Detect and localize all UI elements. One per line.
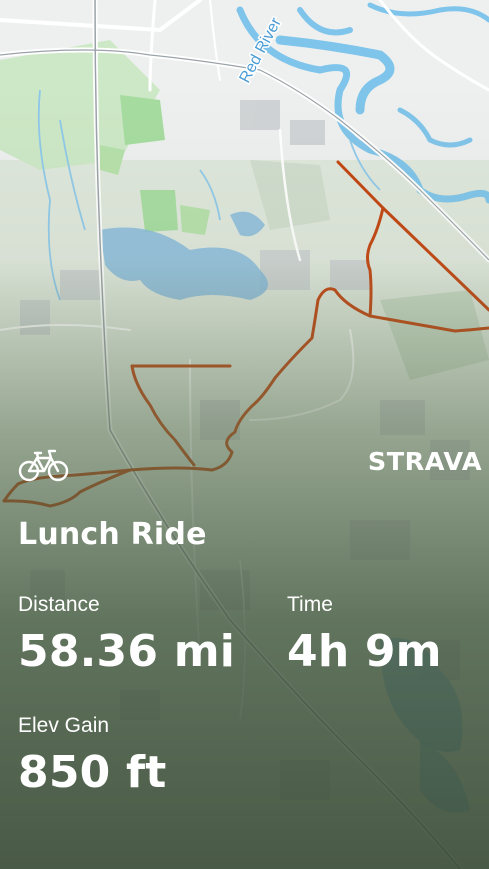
strava-logo: STRAVA [367, 447, 483, 476]
activity-share-card: Red River STRAVA Lunch Ride Distance 58.… [0, 0, 489, 869]
bicycle-icon [18, 446, 70, 484]
park-area [120, 95, 165, 145]
map-background: Red River [0, 0, 489, 869]
elev-gain-value: 850 ft [18, 747, 167, 798]
time-value: 4h 9m [287, 626, 442, 677]
distance-label: Distance [18, 593, 100, 616]
time-label: Time [287, 593, 333, 616]
distance-value: 58.36 mi [18, 626, 236, 677]
activity-title: Lunch Ride [18, 517, 207, 552]
elev-gain-label: Elev Gain [18, 714, 110, 737]
park-area [140, 190, 178, 232]
